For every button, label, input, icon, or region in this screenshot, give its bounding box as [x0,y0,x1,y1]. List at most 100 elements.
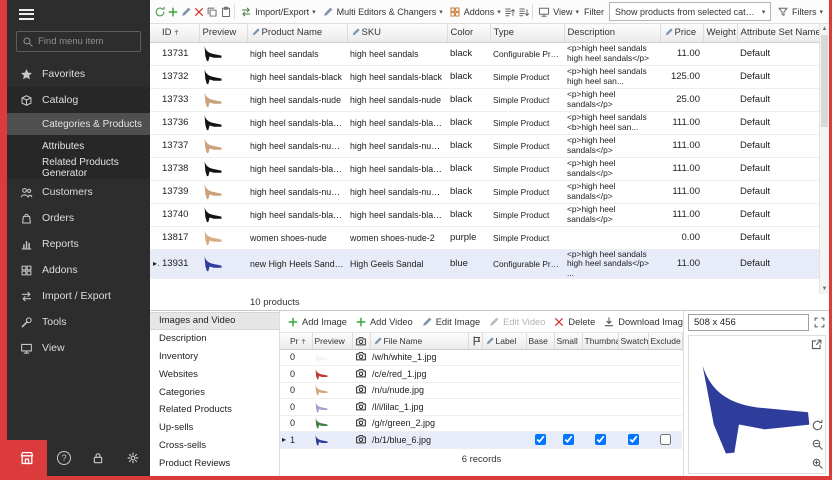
zoom-in-button[interactable] [811,457,824,470]
sidebar-item-catalog[interactable]: Catalog [7,87,150,113]
column-header-preview[interactable]: Preview [199,24,247,42]
refresh-image-button[interactable] [811,419,824,432]
tab-related-products[interactable]: Related Products [150,401,279,419]
column-header-attribute_set[interactable]: Attribute Set Name [737,24,819,42]
column-header-weight[interactable]: Weight [703,24,737,42]
product-row[interactable]: 13736high heel sandals-black-36high heel… [150,111,819,134]
product-row[interactable]: 13739high heel sandals-nude-37high heel … [150,180,819,203]
column-header-sku[interactable]: SKU [347,24,447,42]
sidebar-item-addons[interactable]: Addons [7,257,150,283]
expand-all-button[interactable] [504,2,517,22]
camera-icon [355,335,367,347]
scroll-thumb[interactable] [821,35,828,127]
sidebar-item-customers[interactable]: Customers [7,179,150,205]
tab-up-sells[interactable]: Up-sells [150,419,279,437]
paste-button[interactable] [219,2,232,22]
sidebar-item-tools[interactable]: Tools [7,309,150,335]
column-header-color[interactable]: Color [447,24,490,42]
tab-description[interactable]: Description [150,330,279,348]
product-row[interactable]: ▸13931new High Heels SandalsHigh Geels S… [150,249,819,279]
sidebar-item-favorites[interactable]: Favorites [7,61,150,87]
download-image-button[interactable]: Download Image [600,313,683,331]
delete-product-button[interactable] [193,2,206,22]
column-header-position[interactable]: Pr [288,333,312,349]
edit-video-button[interactable]: Edit Video [485,313,548,331]
store-button[interactable] [7,440,47,476]
edit-product-button[interactable] [179,2,192,22]
sidebar-item-view[interactable]: View [7,335,150,361]
tab-inventory[interactable]: Inventory [150,348,279,366]
filters-menu[interactable]: Filters▾ [774,2,826,22]
column-header-swatch[interactable]: Swatch [618,333,648,349]
column-header-flag[interactable] [468,333,482,349]
column-header-product_name[interactable]: Product Name [247,24,347,42]
sidebar-item-reports[interactable]: Reports [7,231,150,257]
image-row[interactable]: 0/g/r/green_2.jpg [280,415,682,432]
sidebar-item-orders[interactable]: Orders [7,205,150,231]
image-role-checkbox[interactable] [535,434,546,445]
tab-images-and-video[interactable]: Images and Video [150,312,279,330]
open-image-button[interactable] [810,338,823,351]
column-header-price[interactable]: Price [660,24,703,42]
image-role-checkbox[interactable] [660,434,671,445]
column-header-type[interactable]: Type [490,24,564,42]
fit-image-button[interactable] [813,316,826,329]
column-header-base[interactable]: Base [526,333,554,349]
product-row[interactable]: 13733high heel sandals-nudehigh heel san… [150,88,819,111]
image-row[interactable]: 0/l/i/lilac_1.jpg [280,399,682,416]
scroll-up-arrow[interactable]: ▲ [820,24,829,34]
column-header-small[interactable]: Small [554,333,582,349]
column-header-description[interactable]: Description [564,24,660,42]
add-product-button[interactable] [166,2,179,22]
add-image-button[interactable]: Add Image [284,313,350,331]
sidebar-item-related-products-generator[interactable]: Related Products Generator [7,157,150,179]
product-row[interactable]: 13737high heel sandals-nude-36high heel … [150,134,819,157]
lock-button[interactable] [81,451,115,465]
sidebar-item-import-export[interactable]: Import / Export [7,283,150,309]
vertical-scrollbar[interactable]: ▲ ▼ [819,24,829,294]
delete-image-button[interactable]: Delete [550,313,598,331]
copy-button[interactable] [206,2,219,22]
filter-select[interactable]: Show products from selected categories▾ [609,2,771,21]
product-row[interactable]: 13731high heel sandalshigh heel sandalsb… [150,42,819,65]
add-video-button[interactable]: Add Video [352,313,416,331]
image-role-checkbox[interactable] [563,434,574,445]
sidebar-item-attributes[interactable]: Attributes [7,135,150,157]
tab-websites[interactable]: Websites [150,365,279,383]
collapse-all-button[interactable] [517,2,530,22]
tab-cross-sells[interactable]: Cross-sells [150,437,279,455]
image-row[interactable]: 0/w/h/white_1.jpg [280,349,682,366]
sidebar-item-categories-products[interactable]: Categories & Products [7,113,150,135]
column-header-id[interactable]: ID [159,24,199,42]
column-header-camera[interactable] [352,333,370,349]
column-header-label[interactable]: Label [482,333,526,349]
image-role-checkbox[interactable] [628,434,639,445]
edit-image-button[interactable]: Edit Image [418,313,483,331]
menu-search-input[interactable] [38,36,135,47]
column-header-thumbnail[interactable]: Thumbna [582,333,618,349]
tab-product-reviews[interactable]: Product Reviews [150,454,279,472]
refresh-button[interactable] [153,2,166,22]
scroll-down-arrow[interactable]: ▼ [820,284,829,294]
settings-button[interactable] [116,451,150,465]
zoom-out-button[interactable] [811,438,824,451]
column-header-exclude[interactable]: Exclude [648,333,682,349]
image-role-checkbox[interactable] [595,434,606,445]
import-export-menu[interactable]: Import/Export▾ [237,2,319,22]
help-button[interactable]: ? [47,451,81,465]
view-menu[interactable]: View▾ [535,2,582,22]
image-row[interactable]: 0/n/u/nude.jpg [280,382,682,399]
addons-menu[interactable]: Addons▾ [446,2,504,22]
product-row[interactable]: 13732high heel sandals-blackhigh heel sa… [150,65,819,88]
image-row[interactable]: 0/c/e/red_1.jpg [280,366,682,383]
product-row[interactable]: 13740high heel sandals-black-38high heel… [150,203,819,226]
product-row[interactable]: 13817women shoes-nudewomen shoes-nude-2p… [150,226,819,249]
menu-button[interactable] [7,0,150,28]
image-row[interactable]: ▸1/b/1/blue_6.jpg [280,432,682,449]
tab-categories[interactable]: Categories [150,383,279,401]
sidebar-search[interactable] [16,31,141,52]
product-row[interactable]: 13738high heel sandals-black-37high heel… [150,157,819,180]
multi-editors-menu[interactable]: Multi Editors & Changers▾ [319,2,446,22]
column-header-file_name[interactable]: File Name [370,333,468,349]
column-header-preview[interactable]: Preview [312,333,352,349]
